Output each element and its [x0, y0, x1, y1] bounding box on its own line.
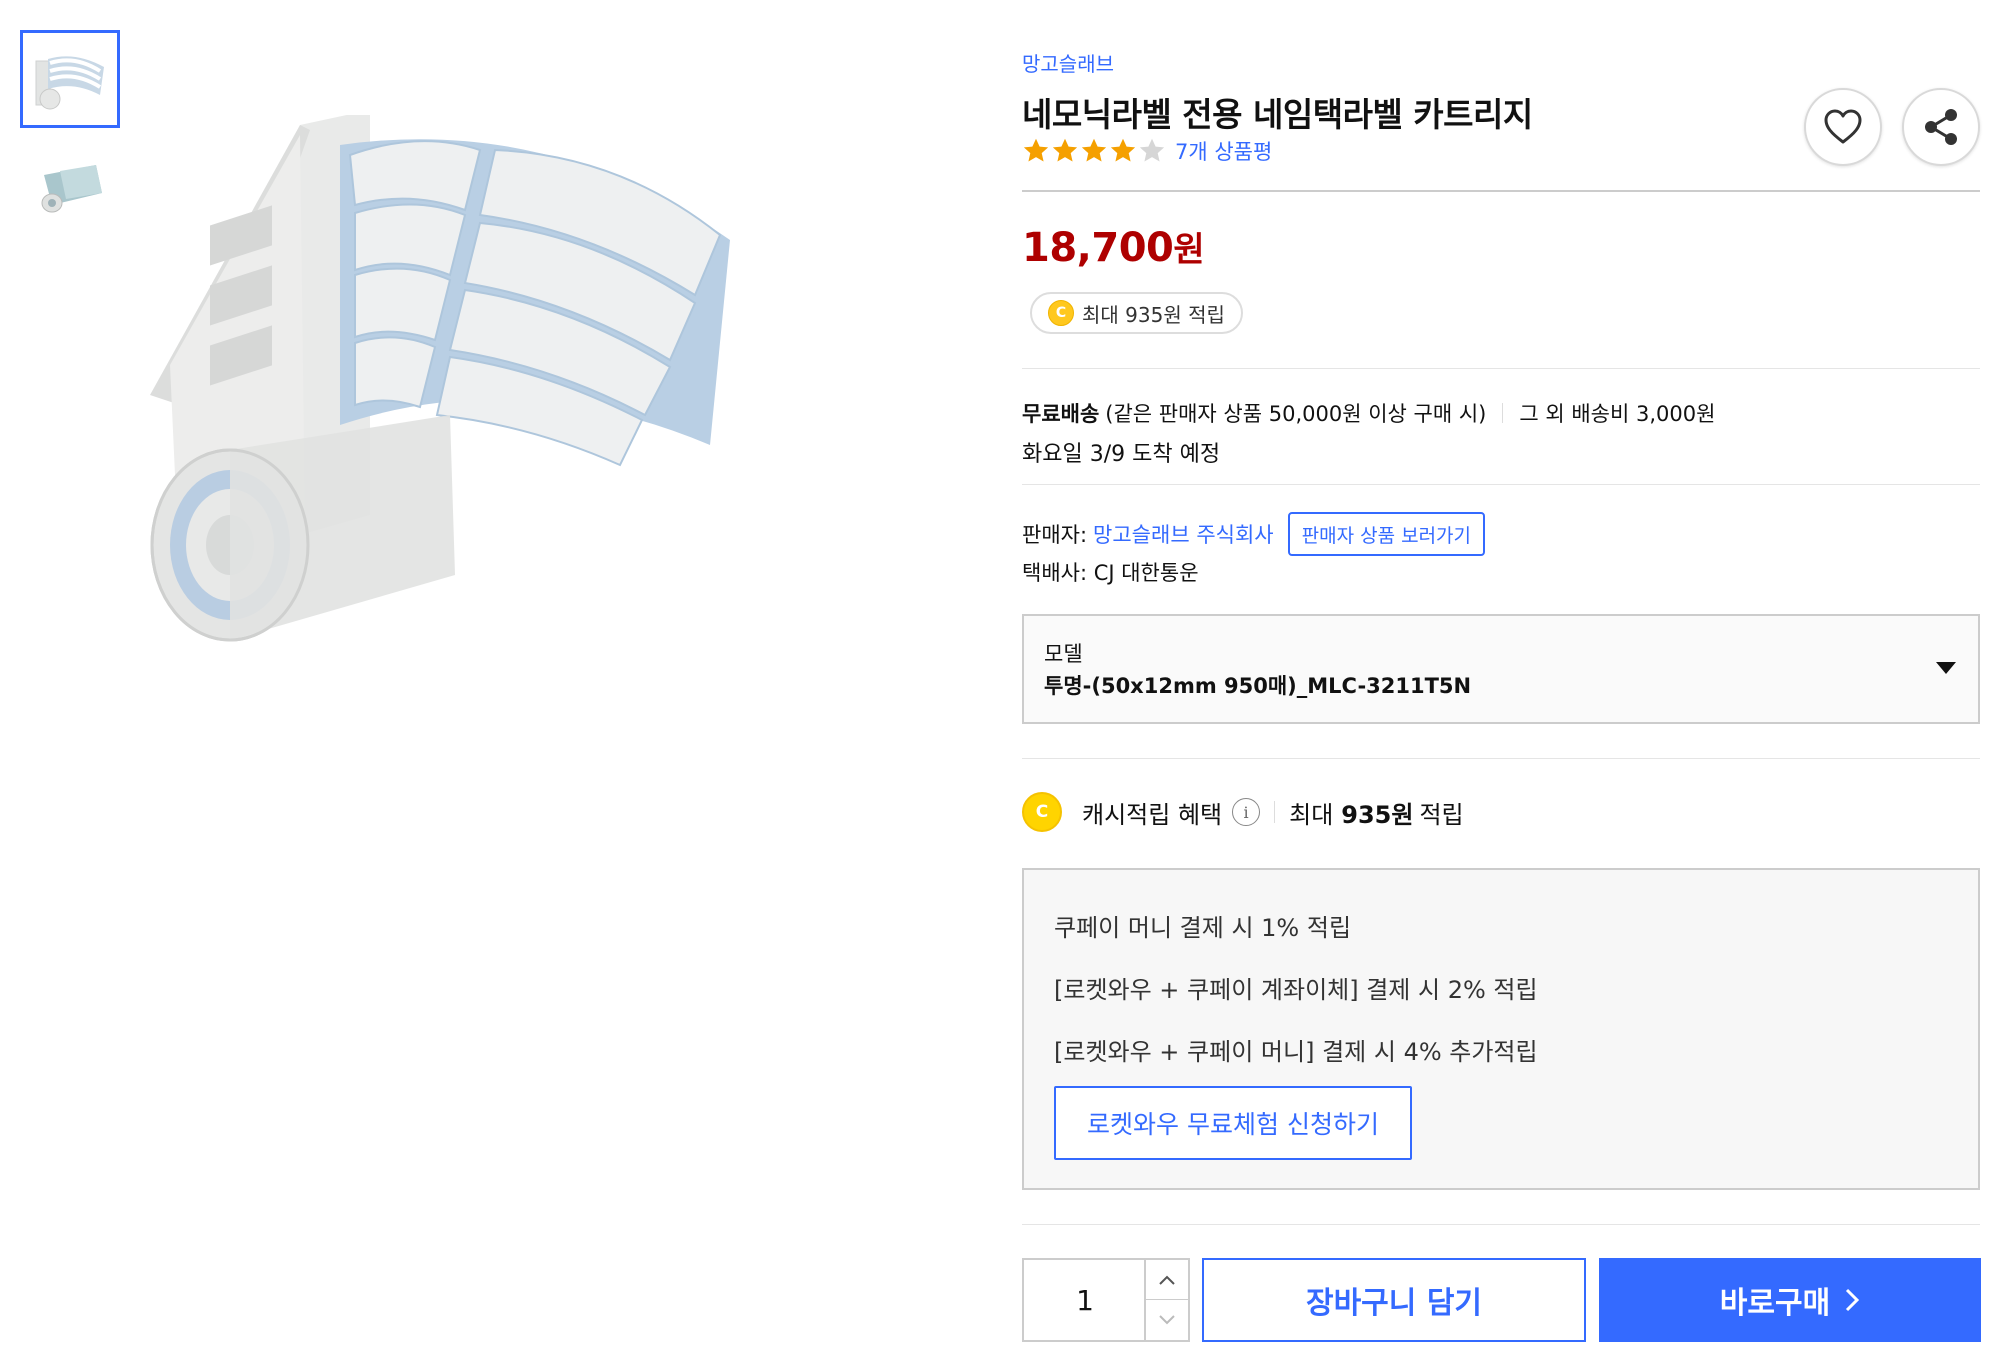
max-reward-amount: 935원 [1341, 800, 1414, 829]
price-amount: 18,700 [1022, 225, 1174, 271]
benefit-line: 쿠페이 머니 결제 시 1% 적립 [1054, 914, 1352, 942]
buy-now-label: 바로구매 [1719, 1286, 1831, 1321]
star-icon [1139, 138, 1165, 162]
free-shipping-condition: (같은 판매자 상품 50,000원 이상 구매 시) [1105, 402, 1487, 426]
rocket-wow-trial-button[interactable]: 로켓와우 무료체험 신청하기 [1054, 1086, 1412, 1160]
star-icon [1023, 138, 1049, 162]
thumbnail-2[interactable] [20, 140, 120, 238]
option-selected-value: 투명-(50x12mm 950매)_MLC-3211T5N [1044, 674, 1472, 698]
wishlist-button[interactable] [1804, 88, 1882, 166]
review-count-link[interactable]: 7개 상품평 [1175, 136, 1272, 166]
share-button[interactable] [1902, 88, 1980, 166]
max-reward-suffix: 적립 [1419, 800, 1464, 829]
price: 18,700원 [1022, 222, 1205, 271]
coin-icon: C [1048, 300, 1074, 326]
star-rating [1022, 137, 1167, 165]
share-icon [1925, 109, 1957, 145]
benefit-line: [로켓와우 + 쿠페이 계좌이체] 결제 시 2% 적립 [1054, 976, 1538, 1004]
chevron-up-icon [1159, 1275, 1175, 1285]
benefit-separator [1274, 801, 1276, 823]
quantity-increase-button[interactable] [1144, 1260, 1188, 1300]
seller-info: 판매자: 망고슬래브 주식회사 판매자 상품 보러가기 [1022, 512, 1486, 556]
cash-benefit-header: C 캐시적립 혜택 i 최대 935원 적립 [1022, 792, 1464, 832]
shipping-separator [1502, 403, 1504, 423]
cash-benefit-title: 캐시적립 혜택 [1082, 800, 1223, 829]
thumbnail-cartridge-alt-image [41, 165, 102, 213]
star-icon [1110, 138, 1136, 162]
price-divider [1022, 368, 1980, 369]
coin-icon: C [1022, 792, 1062, 832]
shipping-fee: 그 외 배송비 3,000원 [1519, 402, 1716, 426]
price-unit: 원 [1173, 230, 1205, 270]
buy-now-button[interactable]: 바로구매 [1599, 1258, 1981, 1342]
option-divider [1022, 758, 1980, 759]
info-icon[interactable]: i [1232, 798, 1261, 826]
shipping-info: 무료배송 (같은 판매자 상품 50,000원 이상 구매 시) 그 외 배송비… [1022, 398, 1715, 428]
seller-name-link[interactable]: 망고슬래브 주식회사 [1093, 519, 1274, 549]
seller-products-button[interactable]: 판매자 상품 보러가기 [1287, 512, 1486, 556]
cash-reward-text: 최대 935원 적립 [1082, 302, 1225, 327]
thumbnail-label-cartridge-image [35, 56, 104, 110]
title-divider [1022, 190, 1980, 192]
seller-label: 판매자: [1022, 523, 1088, 547]
thumbnail-1[interactable] [20, 30, 120, 128]
courier-info: 택배사: CJ 대한통운 [1022, 561, 1199, 585]
product-main-image [150, 110, 950, 765]
quantity-input[interactable] [1024, 1260, 1146, 1340]
product-title: 네모닉라벨 전용 네임택라벨 카트리지 [1022, 95, 1533, 134]
chevron-down-icon [1159, 1315, 1175, 1325]
benefit-divider [1022, 1224, 1980, 1225]
star-icon [1081, 138, 1107, 162]
cash-reward-badge: C 최대 935원 적립 [1030, 292, 1243, 334]
chevron-right-icon [1844, 1287, 1860, 1313]
quantity-decrease-button[interactable] [1144, 1300, 1188, 1340]
add-to-cart-button[interactable]: 장바구니 담기 [1202, 1258, 1586, 1342]
caret-down-icon [1936, 662, 1956, 674]
shipping-divider [1022, 484, 1980, 485]
quantity-stepper [1022, 1258, 1190, 1342]
max-reward-prefix: 최대 [1289, 800, 1334, 829]
star-icon [1052, 138, 1078, 162]
heart-icon [1824, 109, 1862, 144]
free-shipping-label: 무료배송 [1022, 402, 1100, 426]
model-option-select[interactable]: 모델 투명-(50x12mm 950매)_MLC-3211T5N [1022, 614, 1980, 724]
brand-link[interactable]: 망고슬래브 [1022, 48, 1114, 77]
rating-row: 7개 상품평 [1022, 136, 1272, 166]
option-label: 모델 [1044, 642, 1083, 666]
cash-benefit-details: 쿠페이 머니 결제 시 1% 적립 [로켓와우 + 쿠페이 계좌이체] 결제 시… [1022, 868, 1980, 1190]
product-info-panel: 망고슬래브 네모닉라벨 전용 네임택라벨 카트리지 7개 상품평 18,700원… [1022, 0, 1982, 1368]
arrival-date: 화요일 3/9 도착 예정 [1022, 442, 1221, 467]
benefit-line: [로켓와우 + 쿠페이 머니] 결제 시 4% 추가적립 [1054, 1038, 1538, 1066]
